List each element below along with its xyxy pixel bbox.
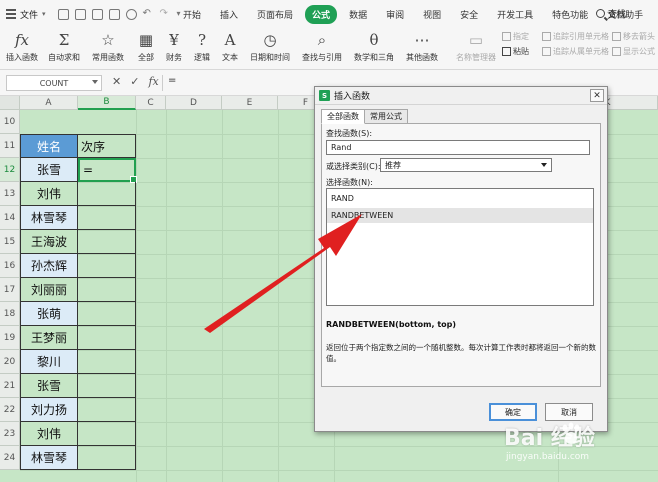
- annotation-arrow: [204, 214, 362, 333]
- paw-logo-icon: [562, 422, 580, 444]
- tab-all-functions[interactable]: 全部函数: [321, 109, 365, 124]
- watermark-url: jingyan.baidu.com: [506, 452, 590, 462]
- arrow-shape: [204, 214, 362, 333]
